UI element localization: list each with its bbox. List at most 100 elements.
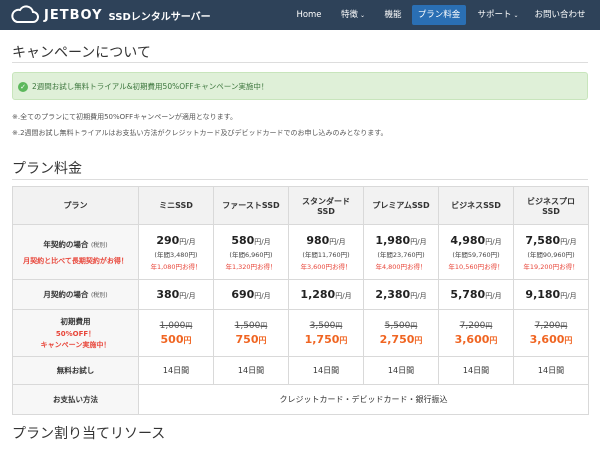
- col-header-standard: スタンダード SSD: [288, 186, 364, 225]
- yearly-saving: 年19,200円お得！: [523, 262, 579, 271]
- row-header-payment: お支払い方法: [12, 384, 139, 415]
- logo[interactable]: JETBOY SSDレンタルサーバー: [10, 3, 211, 27]
- trial-cell: 14日間: [213, 356, 289, 385]
- row-header-trial: 無料お試し: [12, 356, 139, 385]
- nav-label: プラン料金: [417, 10, 461, 20]
- price: 2,380: [375, 288, 411, 301]
- yearly-total: (年間6,960円): [229, 250, 273, 259]
- row-header-monthly: 月契約の場合 (税別): [12, 279, 139, 310]
- campaign-note-1: ※.全てのプランにて初期費用50%OFFキャンペーンが適用となります。: [12, 113, 237, 121]
- pricing-heading: プラン料金: [12, 161, 82, 177]
- monthly-cell: 380円/月: [138, 279, 214, 310]
- monthly-cell: 2,380円/月: [363, 279, 439, 310]
- col-header-business-pro: ビジネスプロ SSD: [513, 186, 589, 225]
- table-header-row: プラン ミニSSD ファーストSSD スタンダード SSD プレミアムSSD ビ…: [12, 186, 589, 225]
- price: 4,980: [450, 233, 486, 247]
- price: 1,280: [300, 288, 336, 301]
- resources-heading: プラン割り当てリソース: [12, 426, 166, 442]
- nav-label: 機能: [384, 10, 402, 20]
- price-unit: 円/月: [179, 237, 196, 246]
- nav-pricing[interactable]: プラン料金: [412, 5, 466, 25]
- campaign-promo: キャンペーン実施中！: [40, 341, 111, 349]
- price-unit: 円/月: [179, 292, 196, 300]
- discount-promo: 50%OFF！: [55, 330, 96, 338]
- price: 690: [231, 288, 255, 301]
- col-header-first: ファーストSSD: [213, 186, 289, 225]
- row-label: 初期費用: [60, 317, 91, 326]
- initial-fee-cell: 7,200円 3,600円: [438, 309, 514, 357]
- nav-functions[interactable]: 機能: [376, 0, 410, 30]
- col-header-mini: ミニSSD: [138, 186, 214, 225]
- nav-features[interactable]: 特徴 ⌄: [333, 0, 373, 30]
- cloud-icon: [11, 5, 39, 23]
- price: 5,780: [450, 288, 486, 301]
- yearly-total: (年間90,960円): [527, 250, 575, 259]
- discounted-fee: 3,600円: [454, 332, 498, 346]
- original-fee: 1,500円: [234, 320, 268, 331]
- alert-message: 2週間お試し無料トライアル&初期費用50%OFFキャンペーン実施中！: [32, 82, 269, 91]
- price-unit: 円/月: [485, 292, 502, 300]
- price-unit: 円/月: [560, 237, 577, 246]
- table-row-annual: 年契約の場合 (税別) 月契約と比べて長期契約がお得！ 290円/月 (年間3,4…: [12, 224, 589, 280]
- price-unit: 円/月: [410, 237, 427, 246]
- tax-note: (税別): [90, 241, 108, 249]
- initial-fee-cell: 7,200円 3,600円: [513, 309, 589, 357]
- annual-cell: 4,980円/月 (年間59,760円) 年10,560円お得！: [438, 224, 514, 280]
- pricing-table: プラン ミニSSD ファーストSSD スタンダード SSD プレミアムSSD ビ…: [12, 186, 589, 415]
- monthly-cell: 9,180円/月: [513, 279, 589, 310]
- annual-cell: 580円/月 (年間6,960円) 年1,320円お得！: [213, 224, 289, 280]
- yearly-total: (年間3,480円): [154, 250, 198, 259]
- price-unit: 円/月: [485, 237, 502, 246]
- nav-label: サポート: [477, 10, 512, 20]
- price: 1,980: [375, 233, 411, 247]
- row-header-annual: 年契約の場合 (税別) 月契約と比べて長期契約がお得！: [12, 224, 139, 280]
- yearly-total: (年間23,760円): [377, 250, 425, 259]
- row-header-initial-fee: 初期費用 50%OFF！ キャンペーン実施中！: [12, 309, 139, 357]
- yearly-saving: 年1,320円お得！: [225, 262, 277, 271]
- brand-name: JETBOY: [44, 7, 103, 23]
- yearly-saving: 年4,800円お得！: [375, 262, 427, 271]
- price-unit: 円/月: [410, 292, 427, 300]
- yearly-saving: 年1,080円お得！: [150, 262, 202, 271]
- yearly-total: (年間59,760円): [452, 250, 500, 259]
- price: 980: [306, 233, 330, 247]
- payment-methods: クレジットカード・デビッドカード・銀行振込: [138, 384, 589, 415]
- original-fee: 7,200円: [459, 320, 493, 331]
- discounted-fee: 750円: [235, 332, 267, 346]
- nav-contact[interactable]: お問い合わせ: [528, 0, 592, 30]
- row-label: 年契約の場合: [43, 239, 89, 249]
- nav-support[interactable]: サポート ⌄: [471, 0, 525, 30]
- annual-cell: 290円/月 (年間3,480円) 年1,080円お得！: [138, 224, 214, 280]
- check-circle-icon: ✓: [18, 82, 28, 92]
- col-header-business: ビジネスSSD: [438, 186, 514, 225]
- row-label: 月契約の場合: [43, 290, 89, 299]
- divider: [12, 179, 588, 180]
- initial-fee-cell: 3,500円 1,750円: [288, 309, 364, 357]
- nav-label: お問い合わせ: [534, 10, 586, 20]
- trial-cell: 14日間: [438, 356, 514, 385]
- original-fee: 1,000円: [159, 320, 193, 331]
- nav-home[interactable]: Home: [290, 0, 328, 30]
- price-unit: 円/月: [329, 237, 346, 246]
- nav-label: Home: [296, 10, 322, 20]
- monthly-cell: 5,780円/月: [438, 279, 514, 310]
- annual-promo: 月契約と比べて長期契約がお得！: [23, 256, 128, 265]
- col-header-plan: プラン: [12, 186, 139, 225]
- campaign-heading: キャンペーンについて: [12, 45, 151, 61]
- price-unit: 円/月: [335, 292, 352, 300]
- annual-cell: 7,580円/月 (年間90,960円) 年19,200円お得！: [513, 224, 589, 280]
- yearly-total: (年間11,760円): [302, 250, 350, 259]
- table-row-monthly: 月契約の場合 (税別) 380円/月 690円/月 1,280円/月 2,380…: [12, 279, 589, 310]
- top-nav-bar: JETBOY SSDレンタルサーバー Home 特徴 ⌄ 機能 プラン料金 サポー…: [0, 0, 600, 30]
- price: 380: [156, 288, 180, 301]
- initial-fee-cell: 1,000円 500円: [138, 309, 214, 357]
- initial-fee-cell: 1,500円 750円: [213, 309, 289, 357]
- divider: [12, 62, 588, 63]
- trial-cell: 14日間: [138, 356, 214, 385]
- table-row-initial-fee: 初期費用 50%OFF！ キャンペーン実施中！ 1,000円 500円 1,500…: [12, 309, 589, 357]
- table-row-trial: 無料お試し 14日間 14日間 14日間 14日間 14日間 14日間: [12, 356, 589, 385]
- initial-fee-cell: 5,500円 2,750円: [363, 309, 439, 357]
- discounted-fee: 2,750円: [379, 332, 423, 346]
- nav-label: 特徴: [340, 10, 358, 20]
- original-fee: 7,200円: [534, 320, 568, 331]
